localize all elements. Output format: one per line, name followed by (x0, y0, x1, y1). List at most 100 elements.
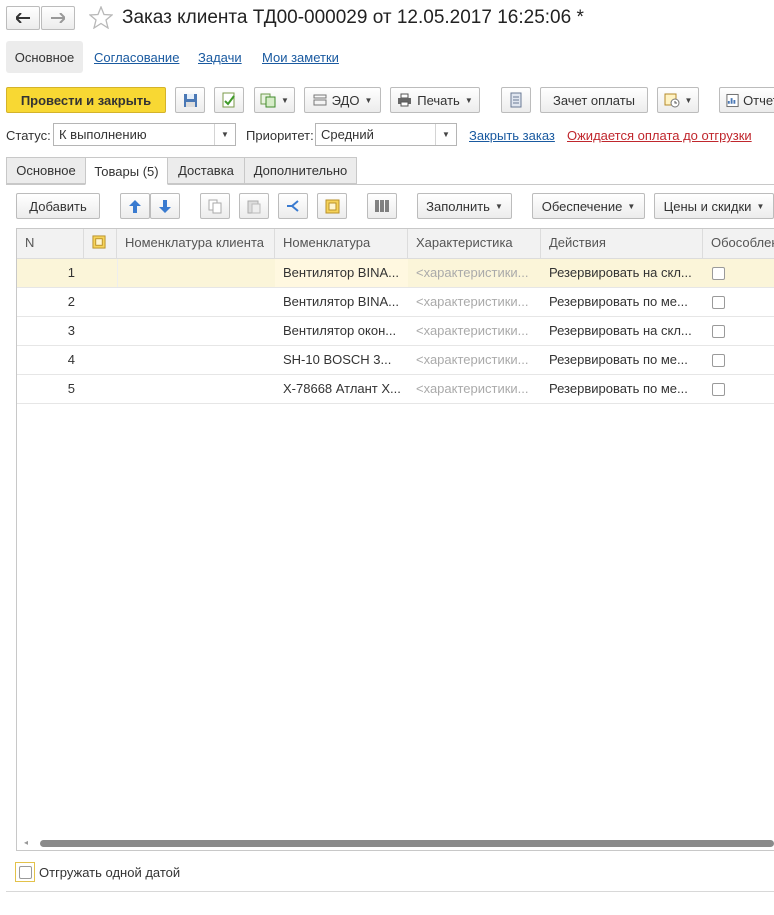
horizontal-scrollbar[interactable] (40, 840, 774, 847)
client-item-cell[interactable] (117, 288, 275, 316)
client-item-cell[interactable] (117, 375, 275, 403)
item-cell[interactable]: SH-10 BOSCH 3... (275, 346, 408, 374)
action-cell[interactable]: Резервировать по ме... (541, 375, 703, 403)
separate-checkbox[interactable] (712, 325, 725, 338)
forward-button[interactable] (41, 6, 75, 30)
separate-checkbox[interactable] (712, 354, 725, 367)
arrow-left-icon (16, 13, 30, 23)
characteristic-cell[interactable]: <характеристики... (408, 317, 541, 345)
prices-discounts-button[interactable]: Цены и скидки ▼ (654, 193, 774, 219)
save-button[interactable] (175, 87, 205, 113)
item-cell[interactable]: Вентилятор BINA... (275, 288, 408, 316)
arrow-right-icon (51, 13, 65, 23)
barcode-button[interactable] (367, 193, 397, 219)
window-title: Заказ клиента ТД00-000029 от 12.05.2017 … (122, 7, 584, 28)
move-down-button[interactable] (150, 193, 180, 219)
column-header-n[interactable]: N (17, 229, 84, 259)
characteristic-cell[interactable]: <характеристики... (408, 346, 541, 374)
column-header-item[interactable]: Номенклатура (275, 229, 408, 259)
chevron-down-icon[interactable]: ▼ (214, 124, 235, 145)
section-main-label: Основное (14, 49, 75, 65)
priority-field[interactable]: Средний ▼ (315, 123, 457, 146)
separate-checkbox[interactable] (712, 296, 725, 309)
add-button[interactable]: Добавить (16, 193, 100, 219)
back-button[interactable] (6, 6, 40, 30)
bottom-divider (6, 891, 774, 892)
pick-items-icon (325, 199, 339, 213)
table-row[interactable]: 4 SH-10 BOSCH 3... <характеристики... Ре… (17, 346, 774, 375)
column-header-characteristic[interactable]: Характеристика (408, 229, 541, 259)
client-item-cell[interactable] (117, 317, 275, 345)
structure-button[interactable] (501, 87, 531, 113)
separate-checkbox[interactable] (712, 383, 725, 396)
action-cell[interactable]: Резервировать по ме... (541, 288, 703, 316)
status-field[interactable]: К выполнению ▼ (53, 123, 236, 146)
action-cell[interactable]: Резервировать на скл... (541, 317, 703, 345)
item-cell[interactable]: Вентилятор BINA... (275, 259, 408, 287)
section-notes[interactable]: Мои заметки (262, 50, 339, 65)
paste-rows-button[interactable] (239, 193, 269, 219)
column-header-client-item[interactable]: Номенклатура клиента (117, 229, 275, 259)
scroll-left-arrow[interactable]: ◂ (24, 838, 28, 847)
priority-label: Приоритет: (246, 128, 314, 143)
move-up-button[interactable] (120, 193, 150, 219)
characteristic-cell[interactable]: <характеристики... (408, 375, 541, 403)
additional-actions-button[interactable]: ▼ (657, 87, 699, 113)
split-row-button[interactable] (278, 193, 308, 219)
column-header-separate[interactable]: Обособленно (703, 229, 774, 259)
chevron-down-icon: ▼ (281, 95, 289, 105)
post-document-icon (222, 92, 235, 108)
favorite-star[interactable] (88, 5, 114, 32)
client-item-cell[interactable] (117, 346, 275, 374)
table-row[interactable]: 2 Вентилятор BINA... <характеристики... … (17, 288, 774, 317)
chevron-down-icon: ▼ (494, 201, 503, 211)
tab-delivery[interactable]: Доставка (167, 157, 245, 184)
item-cell[interactable]: Вентилятор окон... (275, 317, 408, 345)
paste-icon (247, 200, 261, 213)
reports-button[interactable]: Отчеты (719, 87, 774, 113)
status-label: Статус: (6, 128, 51, 143)
characteristic-cell[interactable]: <характеристики... (408, 288, 541, 316)
tab-goods[interactable]: Товары (5) (85, 157, 168, 185)
characteristic-cell[interactable]: <характеристики... (408, 259, 541, 287)
floppy-disk-icon (183, 93, 197, 107)
supply-button[interactable]: Обеспечение ▼ (532, 193, 645, 219)
post-button[interactable] (214, 87, 244, 113)
calendar-clock-icon (664, 93, 680, 108)
close-order-link[interactable]: Закрыть заказ (469, 128, 555, 143)
chevron-down-icon[interactable]: ▼ (435, 124, 456, 145)
copy-icon (208, 199, 222, 213)
client-item-cell[interactable] (117, 259, 275, 287)
chevron-down-icon: ▼ (756, 201, 765, 211)
create-based-icon (260, 93, 276, 108)
edo-button[interactable]: ЭДО ▼ (304, 87, 381, 113)
tab-main[interactable]: Основное (6, 157, 86, 184)
action-cell[interactable]: Резервировать на скл... (541, 259, 703, 287)
table-row[interactable]: 5 X-78668 Атлант Х... <характеристики...… (17, 375, 774, 404)
separate-checkbox[interactable] (712, 267, 725, 280)
priority-value: Средний (321, 127, 374, 142)
item-cell[interactable]: X-78668 Атлант Х... (275, 375, 408, 403)
column-header-action[interactable]: Действия (541, 229, 703, 259)
edo-icon (313, 94, 327, 106)
document-list-icon (510, 92, 522, 108)
create-based-on-button[interactable]: ▼ (254, 87, 295, 113)
arrow-up-icon (129, 199, 141, 213)
tab-additional[interactable]: Дополнительно (244, 157, 357, 184)
table-row[interactable]: 3 Вентилятор окон... <характеристики... … (17, 317, 774, 346)
column-header-flag[interactable] (84, 229, 117, 259)
payment-warning-link[interactable]: Ожидается оплата до отгрузки (567, 128, 752, 143)
section-tasks[interactable]: Задачи (198, 50, 242, 65)
table-row[interactable]: 1 Вентилятор BINA... <характеристики... … (17, 259, 774, 288)
ship-one-date-checkbox[interactable] (15, 862, 35, 882)
row-number: 4 (67, 352, 75, 367)
section-approval[interactable]: Согласование (94, 50, 179, 65)
payment-offset-button[interactable]: Зачет оплаты (540, 87, 648, 113)
section-main[interactable]: Основное (6, 41, 83, 73)
copy-rows-button[interactable] (200, 193, 230, 219)
action-cell[interactable]: Резервировать по ме... (541, 346, 703, 374)
post-and-close-button[interactable]: Провести и закрыть (6, 87, 166, 113)
select-items-button[interactable] (317, 193, 347, 219)
fill-button[interactable]: Заполнить ▼ (417, 193, 512, 219)
print-button[interactable]: Печать ▼ (390, 87, 480, 113)
